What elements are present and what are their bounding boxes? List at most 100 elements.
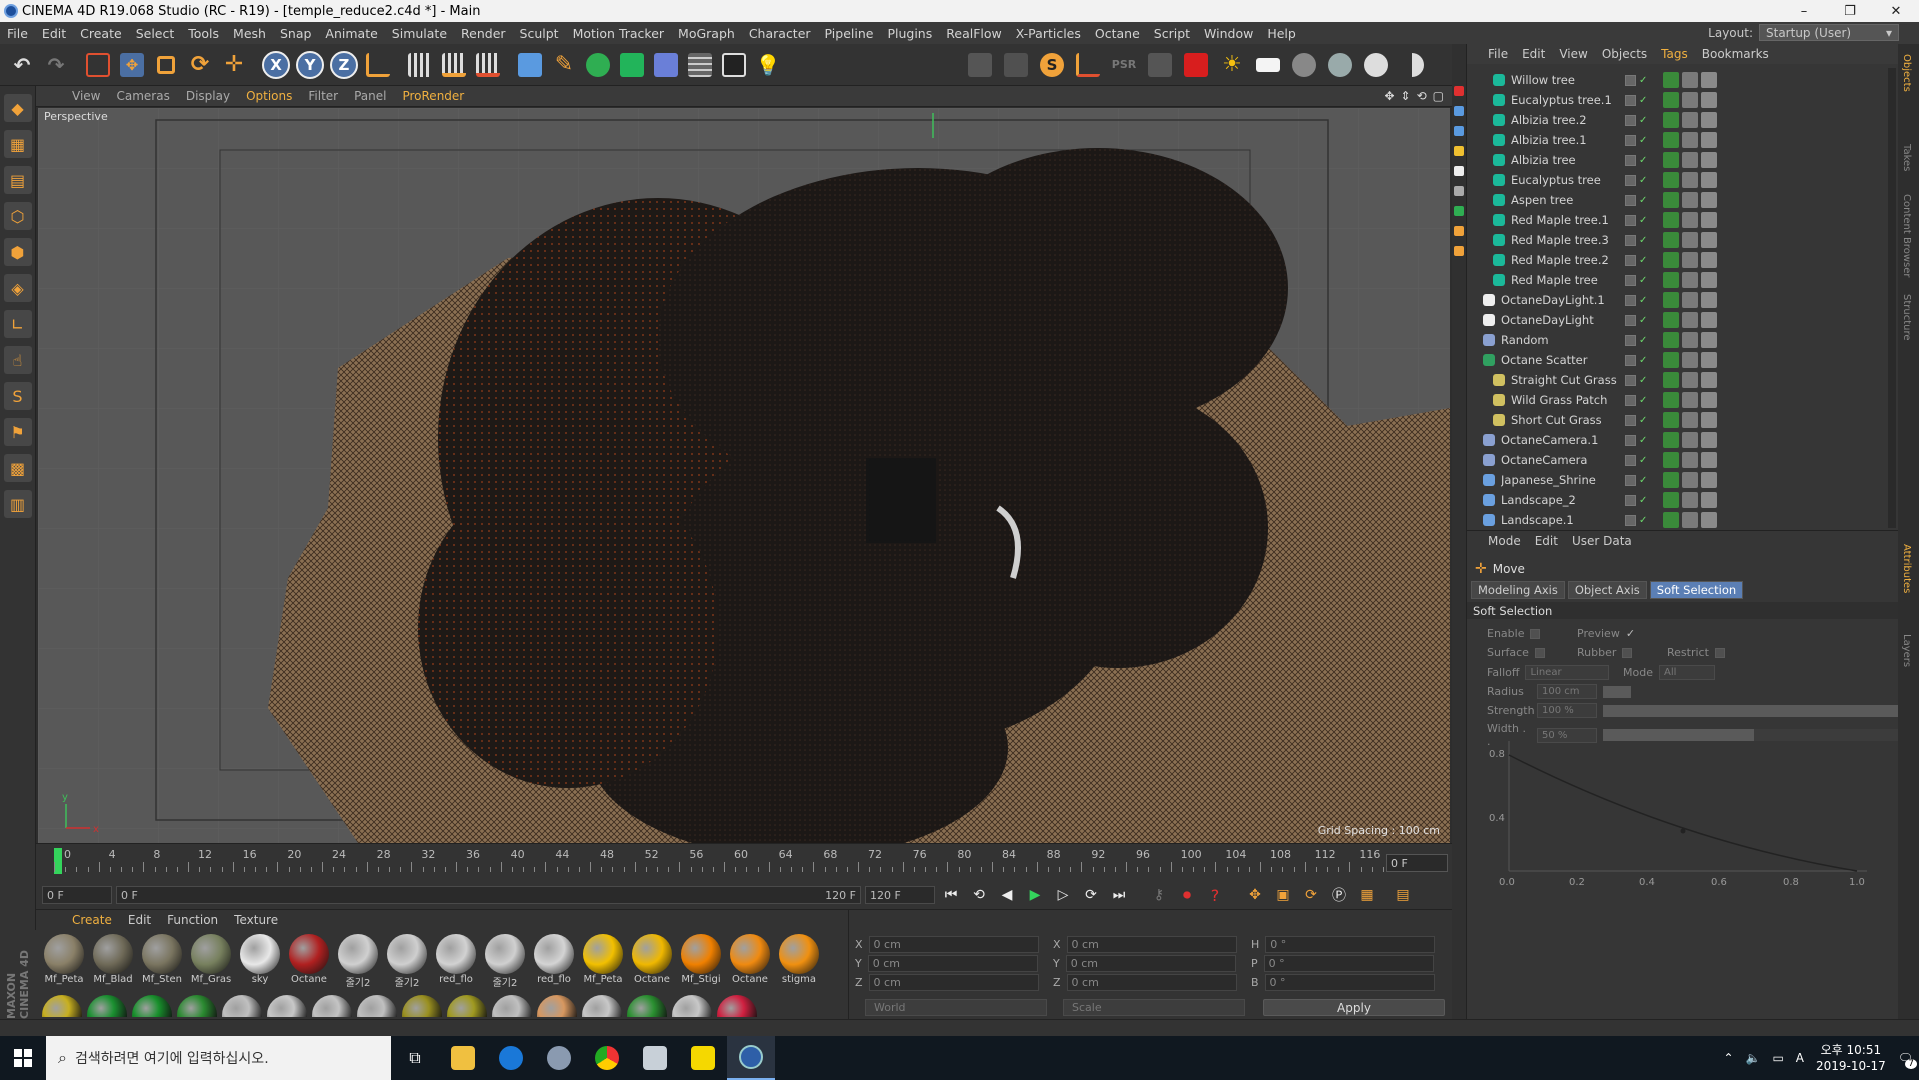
enabled-check-icon[interactable]: ✓: [1639, 455, 1650, 466]
step-back-button[interactable]: ◀: [995, 884, 1019, 906]
material-tag-icon[interactable]: [1682, 152, 1698, 168]
network-icon[interactable]: ▭: [1772, 1051, 1783, 1065]
falloff-graph[interactable]: 0.8 0.4 0.0 0.2 0.4 0.6 0.8 1.0: [1489, 741, 1867, 891]
object-row[interactable]: Albizia tree.2 ✓: [1467, 110, 1887, 130]
material-tag-icon[interactable]: [1701, 472, 1717, 488]
last-tool-button[interactable]: ✛: [218, 48, 250, 82]
mograph-cloner-button[interactable]: [616, 48, 648, 82]
material-tag-icon[interactable]: [1663, 412, 1679, 428]
layer-swatch[interactable]: [1625, 334, 1636, 346]
material-tag-icon[interactable]: [1663, 252, 1679, 268]
dock-generator-icon[interactable]: [1454, 206, 1464, 216]
object-row[interactable]: Red Maple tree.3 ✓: [1467, 230, 1887, 250]
material-swatch[interactable]: [42, 995, 82, 1017]
enabled-check-icon[interactable]: ✓: [1639, 275, 1650, 286]
close-button[interactable]: ✕: [1873, 0, 1919, 22]
material-tag-icon[interactable]: [1701, 112, 1717, 128]
frame-range-slider[interactable]: 0 F 120 F: [116, 886, 861, 904]
material-tag-icon[interactable]: [1701, 132, 1717, 148]
dock-render-icon[interactable]: [1454, 86, 1464, 96]
material-tag-icon[interactable]: [1682, 512, 1698, 528]
layer-swatch[interactable]: [1625, 174, 1636, 186]
dolly-icon[interactable]: ⇕: [1401, 89, 1411, 103]
position-z-field[interactable]: 0 cm: [868, 974, 1039, 991]
enabled-check-icon[interactable]: ✓: [1639, 135, 1650, 146]
key-position-button[interactable]: ✥: [1243, 884, 1267, 906]
ime-indicator[interactable]: A: [1796, 1051, 1804, 1065]
orbit-icon[interactable]: ⟲: [1417, 89, 1427, 103]
enabled-check-icon[interactable]: ✓: [1639, 495, 1650, 506]
key-scale-button[interactable]: ▣: [1271, 884, 1295, 906]
viewport-menu-filter[interactable]: Filter: [300, 89, 346, 103]
material-tag-icon[interactable]: [1682, 492, 1698, 508]
cinema4d-taskbar-button[interactable]: [727, 1036, 775, 1080]
render-settings-button[interactable]: [472, 48, 504, 82]
enabled-check-icon[interactable]: ✓: [1639, 175, 1650, 186]
file-explorer-button[interactable]: [439, 1036, 487, 1080]
material-tag-icon[interactable]: [1701, 312, 1717, 328]
octane-material-diffuse-button[interactable]: [1288, 48, 1320, 82]
material-tag-icon[interactable]: [1701, 292, 1717, 308]
enabled-check-icon[interactable]: ✓: [1639, 375, 1650, 386]
menu-snap[interactable]: Snap: [273, 26, 318, 41]
radius-field[interactable]: 100 cm: [1537, 684, 1597, 699]
rubber-checkbox[interactable]: [1622, 647, 1633, 658]
chrome-button[interactable]: [583, 1036, 631, 1080]
coordinate-space-dropdown[interactable]: World: [865, 999, 1047, 1016]
material-tag-icon[interactable]: [1663, 332, 1679, 348]
material-tag-icon[interactable]: [1682, 92, 1698, 108]
menu-file[interactable]: File: [0, 26, 35, 41]
object-row[interactable]: Octane Scatter ✓: [1467, 350, 1887, 370]
enabled-check-icon[interactable]: ✓: [1639, 315, 1650, 326]
strength-field[interactable]: 100 %: [1537, 703, 1597, 718]
size-x-field[interactable]: 0 cm: [1066, 936, 1237, 953]
step-forward-button[interactable]: ▷: [1051, 884, 1075, 906]
material-tag-icon[interactable]: [1663, 472, 1679, 488]
goto-next-key-button[interactable]: ⟳: [1079, 884, 1103, 906]
menu-plugins[interactable]: Plugins: [880, 26, 939, 41]
rotation-b-field[interactable]: 0 °: [1264, 974, 1435, 991]
spline-pen-button[interactable]: ✎: [548, 48, 580, 82]
material-menu-edit[interactable]: Edit: [120, 913, 159, 927]
edges-mode-button[interactable]: ⬢: [3, 238, 32, 266]
menu-select[interactable]: Select: [129, 26, 182, 41]
menu-script[interactable]: Script: [1147, 26, 1197, 41]
material-swatch[interactable]: Mf_Gras: [189, 934, 233, 992]
material-tag-icon[interactable]: [1701, 352, 1717, 368]
mode-dropdown[interactable]: All: [1658, 665, 1715, 680]
material-tag-icon[interactable]: [1701, 232, 1717, 248]
size-z-field[interactable]: 0 cm: [1066, 974, 1237, 991]
material-swatch[interactable]: Octane: [287, 934, 331, 992]
snap-settings-button[interactable]: [1000, 48, 1032, 82]
current-frame-field[interactable]: 0 F: [1386, 854, 1448, 872]
material-tag-icon[interactable]: [1701, 372, 1717, 388]
layer-swatch[interactable]: [1625, 434, 1636, 446]
material-swatch[interactable]: Mf_Sten: [140, 934, 184, 992]
material-tag-icon[interactable]: [1663, 192, 1679, 208]
scale-tool-button[interactable]: [150, 48, 182, 82]
chevron-up-icon[interactable]: ⌃: [1723, 1051, 1733, 1065]
objmgr-menu-objects[interactable]: Objects: [1595, 47, 1654, 61]
points-mode-button[interactable]: ⬡: [3, 202, 32, 230]
viewport-menu-view[interactable]: View: [64, 89, 108, 103]
material-swatch[interactable]: Octane: [728, 934, 772, 992]
material-tag-icon[interactable]: [1682, 352, 1698, 368]
coordinate-system-button[interactable]: [362, 48, 394, 82]
position-x-field[interactable]: 0 cm: [868, 936, 1039, 953]
enabled-check-icon[interactable]: ✓: [1639, 115, 1650, 126]
material-menu-texture[interactable]: Texture: [226, 913, 286, 927]
rotate-tool-button[interactable]: ⟳: [184, 48, 216, 82]
layer-swatch[interactable]: [1625, 494, 1636, 506]
start-button[interactable]: [0, 1036, 46, 1080]
play-button[interactable]: ▶: [1023, 884, 1047, 906]
clock[interactable]: 오후 10:51 2019-10-17: [1816, 1042, 1886, 1074]
size-mode-dropdown[interactable]: Scale: [1063, 999, 1245, 1016]
sidetab-layers[interactable]: Layers: [1901, 634, 1912, 667]
menu-sculpt[interactable]: Sculpt: [513, 26, 566, 41]
material-tag-icon[interactable]: [1663, 372, 1679, 388]
menu-x-particles[interactable]: X-Particles: [1009, 26, 1088, 41]
menu-render[interactable]: Render: [454, 26, 513, 41]
live-selection-button[interactable]: [82, 48, 114, 82]
falloff-dropdown[interactable]: Linear: [1525, 665, 1610, 680]
material-menu-create[interactable]: Create: [64, 913, 120, 927]
